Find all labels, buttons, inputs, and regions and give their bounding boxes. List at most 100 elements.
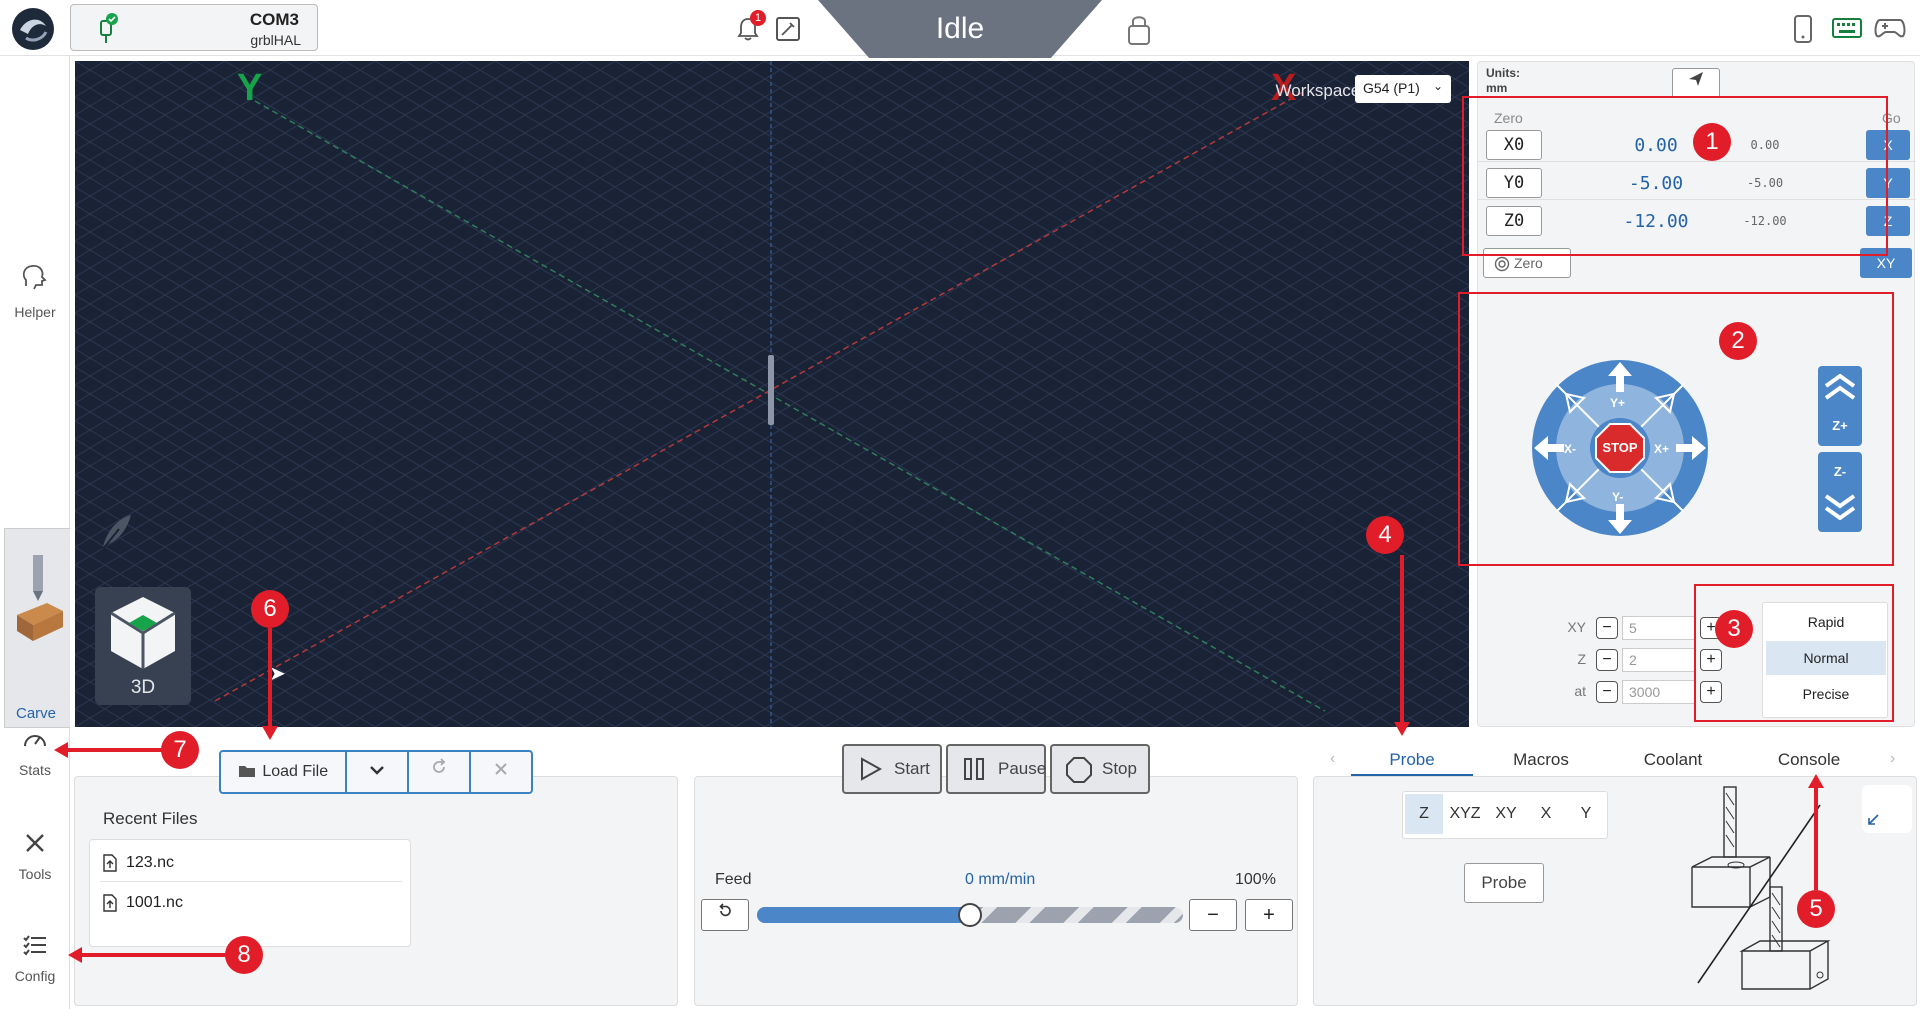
- tabs-scroll-left-icon[interactable]: ‹: [1330, 750, 1335, 768]
- annotation-badge-1: 1: [1693, 123, 1731, 161]
- annotation-arrow-7: [66, 748, 162, 752]
- annotation-box-1: [1462, 96, 1888, 256]
- recent-file-name: 123.nc: [126, 854, 175, 871]
- recent-file-name: 1001.nc: [126, 894, 183, 911]
- gamepad-icon[interactable]: [1874, 16, 1906, 45]
- probe-button[interactable]: Probe: [1464, 863, 1544, 903]
- sidebar-item-label: Tools: [18, 866, 52, 882]
- feed-label: Feed: [715, 871, 752, 888]
- reload-file-button[interactable]: [407, 750, 471, 794]
- play-icon: [861, 757, 882, 781]
- sidebar-item-config[interactable]: Config: [0, 934, 70, 984]
- feed-slider-fill: [757, 907, 970, 923]
- step-xy-input[interactable]: 5: [1622, 616, 1696, 640]
- machine-state-text: Idle: [935, 12, 985, 45]
- list-item[interactable]: 123.nc: [100, 844, 402, 882]
- feed-rate-label: at: [1574, 683, 1586, 699]
- unlock-button[interactable]: [1126, 12, 1152, 51]
- workspace-value: G54 (P1): [1363, 80, 1420, 96]
- sidebar-item-carve[interactable]: Carve: [4, 528, 70, 728]
- lightweight-mode-icon[interactable]: [97, 511, 135, 556]
- view-mode-label: 3D: [130, 677, 156, 698]
- notifications-button[interactable]: 1: [736, 10, 766, 47]
- app-logo: [12, 8, 54, 50]
- probe-mode-y[interactable]: Y: [1567, 794, 1605, 834]
- load-file-dropdown[interactable]: [345, 750, 409, 794]
- annotation-arrowhead-7: [54, 742, 68, 758]
- tools-icon: [0, 832, 70, 860]
- pause-icon: [964, 758, 984, 780]
- tab-probe[interactable]: Probe: [1351, 750, 1473, 776]
- sidebar-item-helper[interactable]: Helper: [0, 262, 70, 320]
- annotation-box-3: [1694, 584, 1894, 722]
- firmware-name: grblHAL: [250, 32, 301, 48]
- arrow-down-left-icon: [1868, 814, 1879, 825]
- workspace-select[interactable]: G54 (P1) ⌄: [1355, 75, 1451, 103]
- checklist-icon: [0, 934, 70, 962]
- tabs-scroll-right-icon[interactable]: ›: [1890, 750, 1895, 768]
- probe-mode-xyz[interactable]: XYZ: [1445, 794, 1485, 834]
- probe-mode-x[interactable]: X: [1527, 794, 1565, 834]
- recent-files-list: 123.nc 1001.nc: [89, 839, 411, 947]
- load-file-button[interactable]: Load File: [219, 750, 347, 794]
- annotation-arrow-6: [268, 628, 272, 728]
- stop-job-button[interactable]: Stop: [1050, 744, 1150, 794]
- annotation-arrow-5: [1814, 786, 1818, 890]
- carve-icon: [13, 553, 67, 658]
- close-icon: [495, 763, 507, 775]
- probe-mode-xy[interactable]: XY: [1487, 794, 1525, 834]
- reset-icon: [719, 903, 731, 917]
- feed-reset-button[interactable]: [701, 899, 749, 931]
- step-z-input[interactable]: 2: [1622, 648, 1696, 672]
- annotation-box-2: [1458, 292, 1894, 566]
- step-xy-decrement[interactable]: −: [1596, 617, 1618, 639]
- wizard-icon[interactable]: [776, 17, 800, 41]
- feed-percent: 100%: [1235, 871, 1276, 888]
- close-file-button[interactable]: [469, 750, 533, 794]
- tab-coolant[interactable]: Coolant: [1612, 750, 1734, 770]
- keyboard-icon[interactable]: [1832, 17, 1862, 44]
- feed-increase-button[interactable]: +: [1245, 899, 1293, 931]
- left-sidebar: Helper Carve Stats Tools Config: [0, 56, 70, 1009]
- port-name: COM3: [249, 10, 299, 29]
- annotation-badge-8: 8: [225, 936, 263, 974]
- feed-slider-handle[interactable]: [958, 903, 982, 927]
- feed-decrease-button[interactable]: −: [1189, 899, 1237, 931]
- usb-plug-icon: [93, 13, 119, 50]
- annotation-arrowhead-4: [1394, 722, 1410, 736]
- recent-files-title: Recent Files: [103, 809, 198, 828]
- sidebar-item-label: Config: [14, 968, 56, 984]
- step-z-decrement[interactable]: −: [1596, 649, 1618, 671]
- probe-card: Z XYZ XY X Y Probe: [1313, 776, 1917, 1006]
- annotation-arrowhead-6: [262, 726, 278, 740]
- feed-rate-decrement[interactable]: −: [1596, 681, 1618, 703]
- collapse-panel-button[interactable]: [1862, 785, 1912, 833]
- file-card: Recent Files 123.nc 1001.nc: [74, 776, 678, 1006]
- view-cube-3d[interactable]: 3D: [95, 587, 191, 705]
- tab-console[interactable]: Console: [1748, 750, 1870, 770]
- feed-rate-input[interactable]: 3000: [1622, 680, 1696, 704]
- units-label: Units:: [1486, 66, 1520, 80]
- tab-macros[interactable]: Macros: [1480, 750, 1602, 770]
- annotation-arrow-4: [1400, 555, 1404, 725]
- top-bar: COM3 grblHAL 1 Idle: [0, 0, 1920, 58]
- annotation-badge-2: 2: [1719, 322, 1757, 360]
- pause-label: Pause: [998, 759, 1047, 778]
- probe-mode-z[interactable]: Z: [1405, 794, 1443, 834]
- pause-button[interactable]: Pause: [946, 744, 1046, 794]
- start-button[interactable]: Start: [842, 744, 942, 794]
- send-button[interactable]: [1672, 68, 1720, 98]
- annotation-badge-3: 3: [1715, 610, 1753, 648]
- step-z-label: Z: [1577, 651, 1586, 667]
- sidebar-item-label: Stats: [19, 762, 51, 778]
- sidebar-item-tools[interactable]: Tools: [0, 832, 70, 882]
- chevron-down-icon: ⌄: [1432, 79, 1443, 93]
- units-value: mm: [1486, 81, 1508, 95]
- list-item[interactable]: 1001.nc: [100, 884, 402, 922]
- connection-button[interactable]: COM3 grblHAL: [70, 4, 318, 51]
- toolpath-visualizer[interactable]: Y X Workspace: G54 (P1) ⌄ 3D ➤: [75, 61, 1469, 727]
- cube-icon: [110, 597, 176, 669]
- y-axis-label: Y: [237, 67, 263, 109]
- mobile-icon[interactable]: [1792, 14, 1814, 49]
- grid-canvas: [75, 61, 1469, 727]
